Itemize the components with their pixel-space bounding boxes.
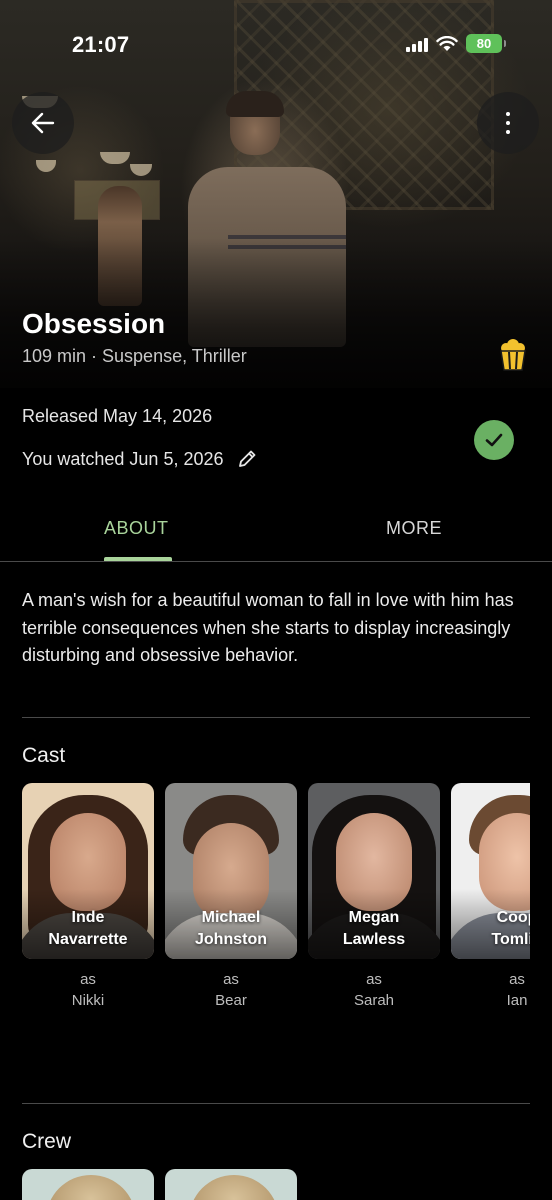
cast-name-first: Megan xyxy=(348,909,400,926)
cast-as-label: as xyxy=(80,971,96,988)
crew-title: Crew xyxy=(22,1130,72,1153)
cast-as-label: as xyxy=(509,971,525,988)
cast-role: Bear xyxy=(215,992,247,1009)
watched-date-row[interactable]: You watched Jun 5, 2026 xyxy=(22,448,258,470)
cast-card[interactable]: Inde Navarrette as Nikki xyxy=(22,783,154,1011)
battery-level: 80 xyxy=(476,36,492,51)
status-icons: 80 xyxy=(406,34,506,53)
cast-role: Nikki xyxy=(71,992,105,1009)
movie-title: Obsession xyxy=(22,308,166,339)
battery-icon: 80 xyxy=(466,34,506,53)
arrow-left-icon xyxy=(31,112,55,134)
more-options-button[interactable] xyxy=(477,92,539,154)
cast-card[interactable]: Coop Tomlin as Ian xyxy=(451,783,530,1011)
cast-name-first: Inde xyxy=(71,909,105,926)
popcorn-icon[interactable] xyxy=(496,338,530,372)
watched-date: You watched Jun 5, 2026 xyxy=(22,448,224,469)
signal-icon xyxy=(406,36,428,52)
status-time: 21:07 xyxy=(72,32,130,57)
divider xyxy=(22,1103,530,1104)
tab-more[interactable]: MORE xyxy=(386,518,442,539)
cast-photo: Inde Navarrette xyxy=(22,783,154,959)
cast-name-first: Michael xyxy=(201,909,261,926)
tab-about[interactable]: ABOUT xyxy=(104,518,169,539)
cast-role: Ian xyxy=(506,992,528,1009)
cast-name-last: Johnston xyxy=(195,931,267,948)
cast-photo: Megan Lawless xyxy=(308,783,440,959)
cast-photo: Michael Johnston xyxy=(165,783,297,959)
crew-card[interactable] xyxy=(22,1169,154,1200)
cast-role: Sarah xyxy=(353,992,395,1009)
cast-as-label: as xyxy=(366,971,382,988)
cast-card[interactable]: Michael Johnston as Bear xyxy=(165,783,297,1011)
cast-name-last: Tomlin xyxy=(491,931,530,948)
cast-as-label: as xyxy=(223,971,239,988)
active-tab-indicator xyxy=(104,557,172,561)
cast-name-last: Lawless xyxy=(342,931,406,948)
tab-bar: ABOUT MORE xyxy=(0,508,552,562)
more-vertical-icon xyxy=(506,112,510,134)
synopsis: A man's wish for a beautiful woman to fa… xyxy=(22,590,514,665)
divider xyxy=(22,717,530,718)
release-date: Released May 14, 2026 xyxy=(22,406,213,426)
cast-name-first: Coop xyxy=(496,909,530,926)
pencil-icon[interactable] xyxy=(236,448,258,470)
cast-name-last: Navarrette xyxy=(48,931,128,948)
watched-badge[interactable] xyxy=(474,420,514,460)
check-icon xyxy=(485,433,503,447)
crew-card[interactable] xyxy=(165,1169,297,1200)
cast-card[interactable]: Megan Lawless as Sarah xyxy=(308,783,440,1011)
cast-list[interactable]: Inde Navarrette as Nikki Michael Johnsto… xyxy=(22,783,530,1023)
movie-meta: 109 min · Suspense, Thriller xyxy=(22,346,247,366)
cast-title: Cast xyxy=(22,744,66,767)
cast-photo: Coop Tomlin xyxy=(451,783,530,959)
back-button[interactable] xyxy=(12,92,74,154)
wifi-icon xyxy=(436,35,458,51)
